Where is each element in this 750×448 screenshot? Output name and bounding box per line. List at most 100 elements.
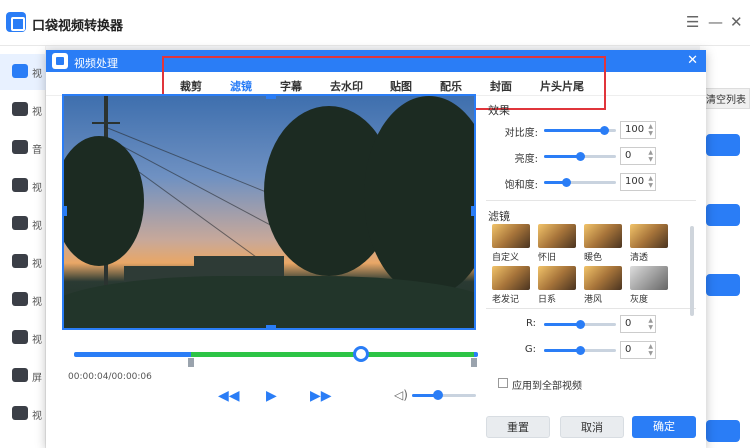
app-logo-icon: [6, 12, 26, 32]
contrast-value: 100: [625, 124, 645, 135]
green-row: G: 0 ▲ ▼: [486, 340, 696, 360]
nav-item-6[interactable]: 视: [0, 244, 46, 280]
crop-handle[interactable]: [266, 325, 276, 328]
filter-hongkong[interactable]: 港风: [584, 266, 624, 305]
nav-item-8[interactable]: 视: [0, 320, 46, 356]
dialog-title: 视频处理: [74, 57, 118, 70]
saturation-input[interactable]: 100 ▲ ▼: [620, 173, 656, 191]
rewind-icon[interactable]: ◀◀: [218, 388, 240, 404]
saturation-row: 饱和度: 100 ▲ ▼: [486, 172, 696, 192]
red-slider[interactable]: [544, 320, 616, 329]
volume-knob[interactable]: [432, 390, 443, 400]
filter-label: 清透: [630, 253, 649, 263]
crop-handle[interactable]: [266, 96, 276, 99]
left-nav: 视 视 音 视 视 视 视 视 屏 视: [0, 46, 46, 448]
tab-subtitle[interactable]: 字幕: [280, 78, 302, 94]
brightness-label: 亮度:: [514, 154, 538, 165]
stepper-icon[interactable]: ▲ ▼: [648, 149, 653, 163]
volume-slider[interactable]: [412, 390, 476, 400]
slider-knob[interactable]: [600, 126, 609, 135]
contrast-label: 对比度:: [504, 128, 538, 139]
tab-crop[interactable]: 裁剪: [180, 78, 202, 94]
tree: [64, 136, 144, 266]
volume-icon[interactable]: ◁): [394, 388, 408, 402]
filter-warm[interactable]: 暖色: [584, 224, 624, 263]
trim-end-handle[interactable]: [470, 358, 477, 367]
row-action-button[interactable]: [706, 134, 740, 156]
screen-record-icon: [12, 368, 28, 382]
filter-japanese[interactable]: 日系: [538, 266, 578, 305]
tab-music[interactable]: 配乐: [440, 78, 462, 94]
stepper-icon[interactable]: ▲ ▼: [648, 317, 653, 331]
row-action-button[interactable]: [706, 274, 740, 296]
row-action-button[interactable]: [706, 420, 740, 442]
tab-filter[interactable]: 滤镜: [230, 78, 252, 100]
saturation-slider[interactable]: [544, 178, 616, 187]
filter-grayscale[interactable]: 灰度: [630, 266, 670, 305]
row-action-button[interactable]: [706, 204, 740, 226]
nav-item-label: 视: [32, 411, 42, 422]
video-preview[interactable]: [62, 94, 476, 330]
apply-all-checkbox[interactable]: [498, 378, 508, 388]
minimize-icon[interactable]: —: [708, 13, 723, 31]
green-label: G:: [524, 344, 536, 355]
fast-forward-icon[interactable]: ▶▶: [310, 388, 332, 404]
filter-scrollbar[interactable]: [690, 226, 694, 316]
contrast-input[interactable]: 100 ▲ ▼: [620, 121, 656, 139]
crop-handle[interactable]: [471, 206, 474, 216]
timeline-slider[interactable]: [74, 346, 478, 367]
filter-nostalgia[interactable]: 怀旧: [538, 224, 578, 263]
green-slider[interactable]: [544, 346, 616, 355]
close-icon[interactable]: ✕: [730, 13, 743, 31]
stepper-icon[interactable]: ▲ ▼: [648, 175, 653, 189]
nav-item-7[interactable]: 视: [0, 282, 46, 318]
stepper-icon[interactable]: ▲ ▼: [648, 343, 653, 357]
divider: [486, 308, 696, 309]
nav-item-3[interactable]: 音: [0, 130, 46, 166]
menu-icon[interactable]: ☰: [686, 13, 699, 31]
nav-item-label: 视: [32, 297, 42, 308]
nav-item-video-convert[interactable]: 视: [0, 54, 46, 90]
slider-knob[interactable]: [576, 346, 585, 355]
tab-cover[interactable]: 封面: [490, 78, 512, 94]
confirm-button[interactable]: 确定: [632, 416, 696, 438]
playhead-knob[interactable]: [352, 346, 369, 362]
cancel-button[interactable]: 取消: [560, 416, 624, 438]
nav-item-9[interactable]: 屏: [0, 358, 46, 394]
tab-sticker[interactable]: 贴图: [390, 78, 412, 94]
tab-watermark-remove[interactable]: 去水印: [330, 78, 363, 94]
filter-old[interactable]: 老发记: [492, 266, 532, 305]
nav-item-4[interactable]: 视: [0, 168, 46, 204]
app-name: 口袋视频转换器: [32, 19, 124, 34]
nav-item-label: 视: [32, 259, 42, 270]
brightness-input[interactable]: 0 ▲ ▼: [620, 147, 656, 165]
app-title-bar: 口袋视频转换器 ☰ — ✕: [0, 0, 750, 46]
effects-title: 效果: [488, 104, 510, 117]
close-icon[interactable]: ✕: [687, 53, 698, 68]
timeline-selection: [191, 352, 474, 357]
reset-button[interactable]: 重置: [486, 416, 550, 438]
slider-knob[interactable]: [562, 178, 571, 187]
slider-fill: [544, 349, 580, 352]
compress-icon: [12, 330, 28, 344]
brightness-slider[interactable]: [544, 152, 616, 161]
green-input[interactable]: 0 ▲ ▼: [620, 341, 656, 359]
stepper-icon[interactable]: ▲ ▼: [648, 123, 653, 137]
play-icon[interactable]: ▶: [266, 388, 277, 404]
nav-item-10[interactable]: 视: [0, 396, 46, 432]
slider-knob[interactable]: [576, 152, 585, 161]
filter-clear[interactable]: 清透: [630, 224, 670, 263]
music-icon: [12, 140, 28, 154]
crop-handle[interactable]: [64, 206, 67, 216]
slider-knob[interactable]: [576, 320, 585, 329]
tab-intro-outro[interactable]: 片头片尾: [540, 78, 584, 94]
filter-custom[interactable]: 自定义: [492, 224, 532, 263]
nav-item-2[interactable]: 视: [0, 92, 46, 128]
nav-item-5[interactable]: 视: [0, 206, 46, 242]
contrast-slider[interactable]: [544, 126, 616, 135]
red-input[interactable]: 0 ▲ ▼: [620, 315, 656, 333]
clear-list-button[interactable]: 清空列表: [702, 88, 750, 109]
saturation-label: 饱和度:: [504, 180, 538, 191]
trim-start-handle[interactable]: [188, 358, 195, 367]
dialog-app-icon: [52, 53, 68, 69]
